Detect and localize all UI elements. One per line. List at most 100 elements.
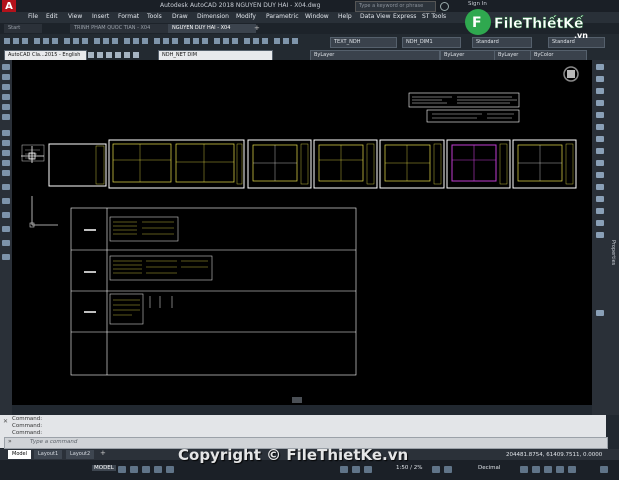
move-tool-icon[interactable]	[596, 124, 604, 130]
copy-tool-icon[interactable]	[596, 76, 604, 82]
command-prompt-icon: »	[8, 438, 12, 445]
text-style-select[interactable]: TEXT_NDH	[330, 37, 397, 48]
offset-tool-icon[interactable]	[596, 100, 604, 106]
add-layout-icon[interactable]: +	[100, 449, 106, 457]
join-tool-icon[interactable]	[596, 208, 604, 214]
command-history-line: Command:	[12, 423, 43, 429]
new-tab-icon[interactable]: +	[254, 24, 260, 32]
menu-edit[interactable]: Edit	[46, 13, 58, 20]
toolbar-icons	[4, 37, 304, 45]
model-space	[21, 66, 579, 403]
annotation-visibility-icon[interactable]	[340, 466, 348, 473]
customization-menu-icon[interactable]	[600, 466, 608, 473]
menu-format[interactable]: Format	[118, 13, 139, 20]
sheet-1	[48, 143, 107, 187]
menu-express[interactable]: Express	[393, 13, 416, 20]
sheet-index-table	[70, 207, 357, 376]
insert-block-icon[interactable]	[2, 150, 10, 156]
gradient-tool-icon[interactable]	[2, 198, 10, 204]
menu-parametric[interactable]: Parametric	[266, 13, 299, 20]
layer-tools-icons[interactable]	[88, 51, 148, 59]
circle-tool-icon[interactable]	[2, 114, 10, 120]
workspace-switch-icon[interactable]	[432, 466, 440, 473]
tab-layout1[interactable]: Layout1	[34, 450, 63, 459]
annotation-scale-value[interactable]: 1:50 / 2%	[396, 465, 422, 471]
tab-start[interactable]: Start	[4, 24, 42, 33]
viewcube-icon[interactable]	[563, 66, 579, 82]
hardware-acceleration-icon[interactable]	[556, 466, 564, 473]
chamfer-tool-icon[interactable]	[596, 220, 604, 226]
dim-style-select[interactable]: NDH_DIM1	[402, 37, 461, 48]
annotation-scale-icon[interactable]	[364, 466, 372, 473]
units-select[interactable]: Decimal	[478, 465, 500, 471]
menu-tools[interactable]: Tools	[147, 13, 162, 20]
hatch-tool-icon[interactable]	[2, 184, 10, 190]
close-icon[interactable]: ✕	[3, 418, 8, 425]
polar-toggle-icon[interactable]	[154, 466, 162, 473]
logo-text: FileThiếtKế	[494, 15, 584, 32]
rectangle-tool-icon[interactable]	[2, 94, 10, 100]
osnap-toggle-icon[interactable]	[166, 466, 174, 473]
quick-properties-icon[interactable]	[520, 466, 528, 473]
line-tool-icon[interactable]	[2, 64, 10, 70]
region-tool-icon[interactable]	[2, 212, 10, 218]
model-space-toggle[interactable]: MODEL	[92, 465, 116, 471]
menu-window[interactable]: Window	[305, 13, 329, 20]
snap-toggle-icon[interactable]	[130, 466, 138, 473]
tab-nguyen-duy-hai[interactable]: NGUYEN DUY HAI - X04	[168, 24, 256, 33]
menu-help[interactable]: Help	[338, 13, 352, 20]
table-tool-icon[interactable]	[2, 226, 10, 232]
grid-toggle-icon[interactable]	[118, 466, 126, 473]
scale-tool-icon[interactable]	[596, 148, 604, 154]
menu-data-view[interactable]: Data View	[360, 13, 390, 20]
search-icon[interactable]	[440, 2, 449, 11]
canvas-scroll-thumb[interactable]	[292, 397, 302, 403]
menu-st-tools[interactable]: ST Tools	[422, 13, 446, 20]
menu-insert[interactable]: Insert	[92, 13, 109, 20]
stretch-tool-icon[interactable]	[596, 160, 604, 166]
menu-file[interactable]: File	[28, 13, 38, 20]
add-selected-icon[interactable]	[2, 254, 10, 260]
mtext-tool-icon[interactable]	[2, 240, 10, 246]
menu-modify[interactable]: Modify	[236, 13, 256, 20]
window-title: Autodesk AutoCAD 2018 NGUYEN DUY HAI - X…	[160, 2, 321, 9]
tab-layout2[interactable]: Layout2	[66, 450, 95, 459]
menu-dimension[interactable]: Dimension	[197, 13, 229, 20]
array-tool-icon[interactable]	[596, 112, 604, 118]
annotation-monitor-icon[interactable]	[444, 466, 452, 473]
filethietke-logo: F FileThiếtKế .vn	[462, 4, 602, 44]
spline-tool-icon[interactable]	[2, 130, 10, 136]
point-tool-icon[interactable]	[2, 170, 10, 176]
menu-view[interactable]: View	[68, 13, 82, 20]
tab-trinh-pham[interactable]: TRINH PHAM QUOC TIAN - X04	[70, 24, 168, 33]
mirror-tool-icon[interactable]	[596, 88, 604, 94]
sheet-6	[446, 139, 511, 189]
ucs-icon	[29, 196, 58, 228]
autoscale-icon[interactable]	[352, 466, 360, 473]
ellipse-tool-icon[interactable]	[2, 140, 10, 146]
ortho-toggle-icon[interactable]	[142, 466, 150, 473]
tab-model[interactable]: Model	[8, 450, 32, 459]
explode-tool-icon[interactable]	[596, 310, 604, 316]
drawing-canvas[interactable]	[12, 60, 592, 405]
fillet-tool-icon[interactable]	[596, 232, 604, 238]
erase-tool-icon[interactable]	[596, 64, 604, 70]
lock-ui-icon[interactable]	[532, 466, 540, 473]
rotate-tool-icon[interactable]	[596, 136, 604, 142]
arc-tool-icon[interactable]	[2, 104, 10, 110]
coordinate-readout: 204481.8754, 61409.7511, 0.0000	[506, 452, 603, 458]
properties-palette-label[interactable]: Properties	[606, 240, 616, 280]
logo-suffix: .vn	[574, 31, 588, 40]
clean-screen-icon[interactable]	[568, 466, 576, 473]
extend-tool-icon[interactable]	[596, 184, 604, 190]
search-input[interactable]: Type a keyword or phrase	[355, 1, 436, 12]
polygon-tool-icon[interactable]	[2, 84, 10, 90]
isolate-objects-icon[interactable]	[544, 466, 552, 473]
trim-tool-icon[interactable]	[596, 172, 604, 178]
svg-text:F: F	[472, 15, 482, 31]
break-tool-icon[interactable]	[596, 196, 604, 202]
menu-draw[interactable]: Draw	[172, 13, 188, 20]
make-block-icon[interactable]	[2, 160, 10, 166]
polyline-tool-icon[interactable]	[2, 74, 10, 80]
sheet-5	[379, 139, 445, 189]
